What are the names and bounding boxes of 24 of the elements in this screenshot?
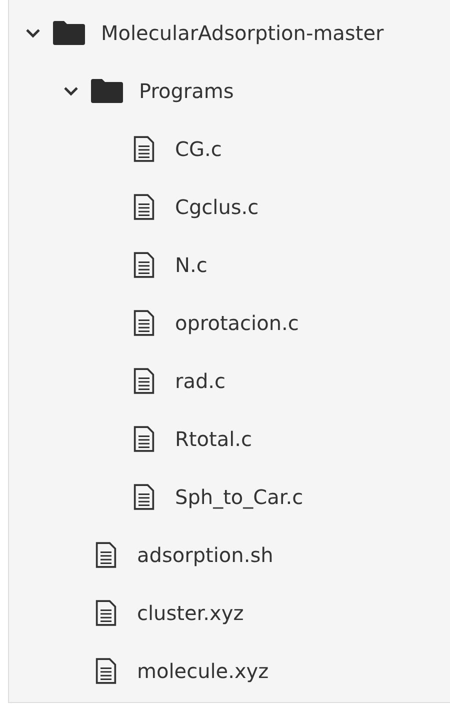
document-icon bbox=[133, 194, 155, 220]
tree-item-label[interactable]: molecule.xyz bbox=[137, 659, 269, 683]
tree-item-label[interactable]: CG.c bbox=[175, 137, 222, 161]
document-icon bbox=[95, 542, 117, 568]
document-icon bbox=[133, 426, 155, 452]
tree-item-label[interactable]: oprotacion.c bbox=[175, 311, 299, 335]
document-icon bbox=[133, 368, 155, 394]
tree-item-label[interactable]: Programs bbox=[139, 79, 234, 103]
tree-item-label[interactable]: adsorption.sh bbox=[137, 543, 274, 567]
document-icon bbox=[133, 310, 155, 336]
document-icon bbox=[95, 658, 117, 684]
document-icon bbox=[95, 600, 117, 626]
document-icon bbox=[133, 252, 155, 278]
tree-item-label[interactable]: N.c bbox=[175, 253, 208, 277]
document-icon bbox=[133, 484, 155, 510]
document-icon bbox=[133, 136, 155, 162]
folder-icon bbox=[53, 21, 85, 45]
tree-item-label[interactable]: MolecularAdsorption-master bbox=[101, 21, 384, 45]
tree-item-label[interactable]: Sph_to_Car.c bbox=[175, 485, 304, 509]
tree-item-label[interactable]: rad.c bbox=[175, 369, 226, 393]
folder-icon bbox=[91, 79, 123, 103]
tree-item-label[interactable]: Cgclus.c bbox=[175, 195, 259, 219]
tree-item-label[interactable]: cluster.xyz bbox=[137, 601, 244, 625]
tree-item-label[interactable]: Rtotal.c bbox=[175, 427, 252, 451]
